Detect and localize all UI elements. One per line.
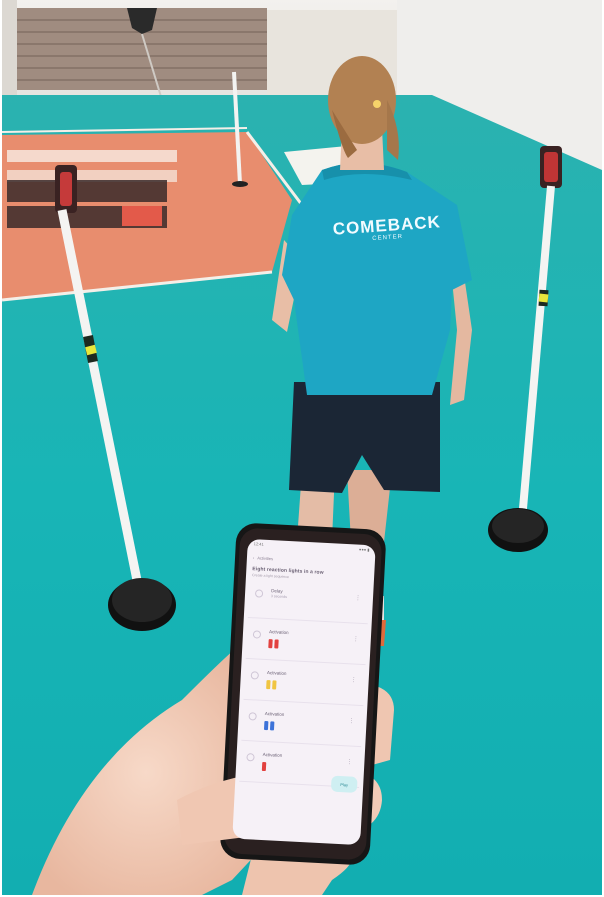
phone-screen: 12:41 ●●● ▮ ‹ Activities Eight reaction … [232,538,376,846]
floor-logos [7,150,177,228]
back-icon[interactable]: ‹ [253,555,255,560]
yellow-light-chip [266,680,271,690]
more-icon[interactable]: ⋮ [351,676,357,683]
row-label: Activation [262,751,283,758]
status-icons: ●●● ▮ [358,546,370,553]
red-light-chip [268,639,273,649]
list-item[interactable]: Delay 3 seconds ⋮ [247,581,370,625]
blue-light-chip [263,720,269,731]
row-label: Activation [268,629,289,636]
drag-handle-icon[interactable] [250,671,260,680]
row-sublabel: 3 seconds [270,594,288,599]
row-label: Activation [266,670,287,677]
row-label: Delay [271,588,283,594]
more-icon[interactable]: ⋮ [355,595,361,602]
status-time: 12:41 [253,541,264,547]
list-item[interactable]: Activation ⋮ [241,703,364,748]
drag-handle-icon[interactable] [246,753,255,762]
light-chips [268,639,279,649]
play-button[interactable]: Play [330,775,358,793]
red-light-chip [274,639,279,649]
red-light-chip [261,761,267,772]
drag-handle-icon[interactable] [252,630,262,639]
more-icon[interactable]: ⋮ [346,758,352,765]
blue-light-chip [269,721,275,731]
row-label: Activation [264,710,285,717]
nav-label[interactable]: Activities [257,555,273,561]
more-icon[interactable]: ⋮ [353,635,359,642]
light-chips [261,761,267,772]
more-icon[interactable]: ⋮ [348,717,354,724]
light-chips [263,720,275,731]
drag-handle-icon[interactable] [248,712,257,721]
list-item[interactable]: Activation ⋮ [243,662,366,707]
yellow-light-chip [272,680,277,690]
drag-handle-icon[interactable] [254,589,264,598]
list-item[interactable]: Activation ⋮ [245,621,368,666]
scene: COMEBACK CENTER 12:41 ●●● ▮ ‹ Activities… [2,0,602,895]
light-chips [266,680,277,690]
